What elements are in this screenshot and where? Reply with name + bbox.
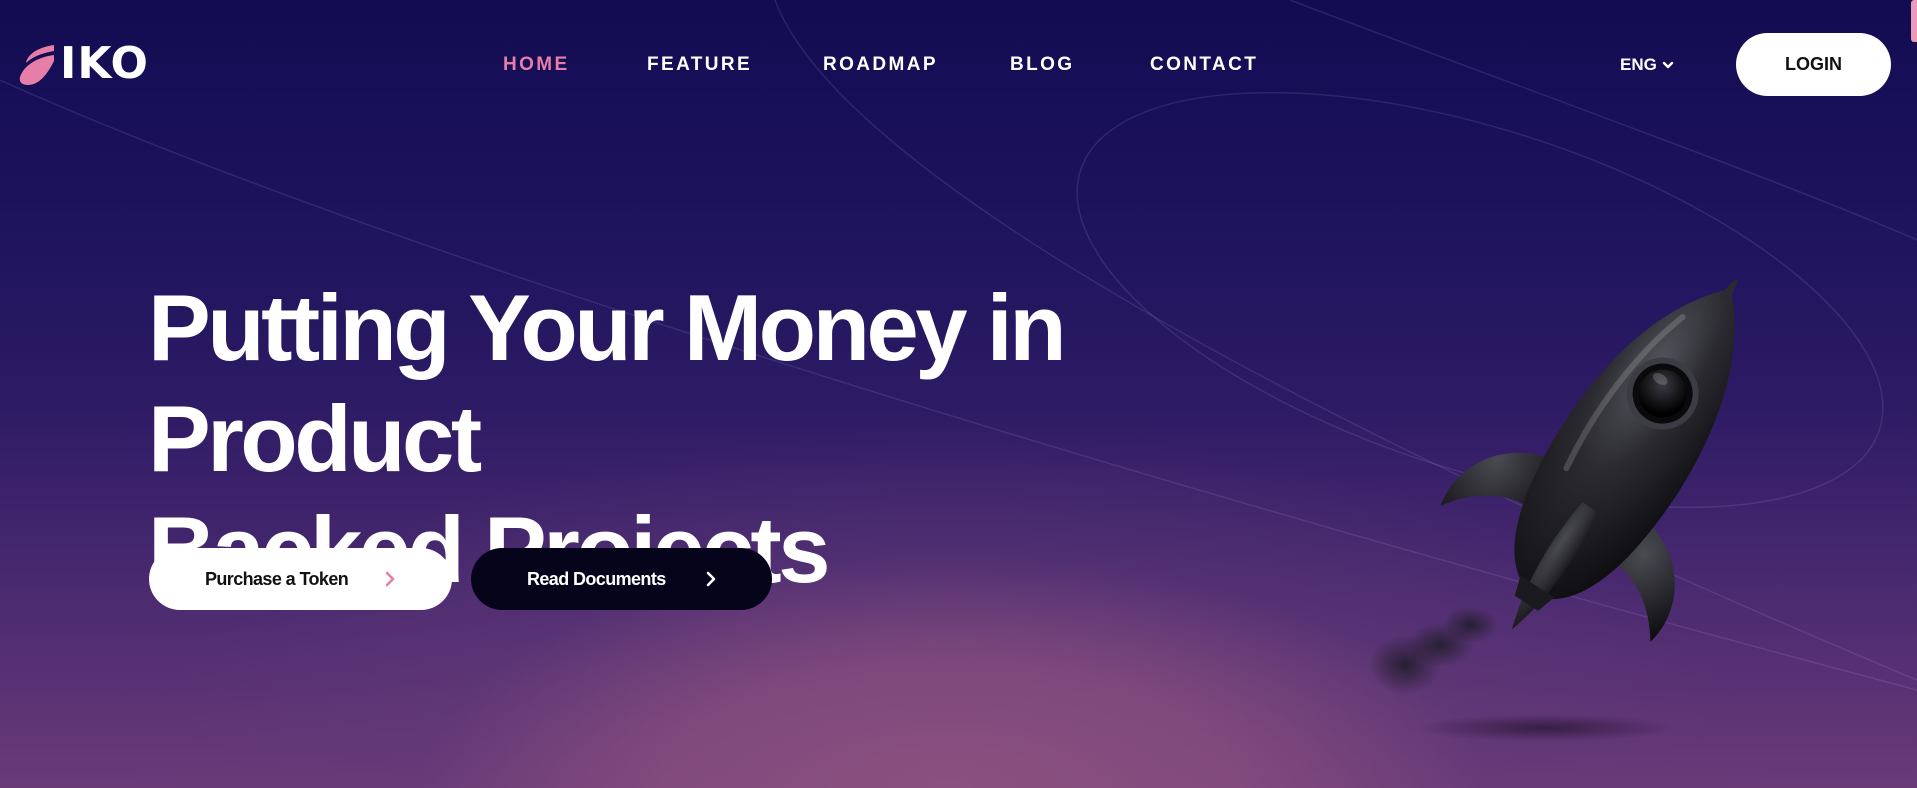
brand-name: IKO xyxy=(60,38,149,89)
hero-headline-line-1: Putting Your Money in Product xyxy=(148,275,1067,491)
nav-item-blog[interactable]: BLOG xyxy=(1010,50,1075,80)
purchase-token-label: Purchase a Token xyxy=(205,568,349,589)
nav-item-roadmap[interactable]: ROADMAP xyxy=(823,50,938,80)
landing-page: IKO HOME FEATURE ROADMAP BLOG CONTACT EN… xyxy=(0,0,1917,788)
login-label: LOGIN xyxy=(1785,54,1842,74)
rocket-illustration xyxy=(1370,280,1741,742)
read-documents-label: Read Documents xyxy=(527,568,666,589)
language-label: ENG xyxy=(1620,55,1657,74)
login-button[interactable]: LOGIN xyxy=(1736,33,1891,96)
purchase-token-button[interactable]: Purchase a Token xyxy=(149,548,452,610)
chevron-right-icon xyxy=(385,571,395,587)
nav-item-contact[interactable]: CONTACT xyxy=(1150,50,1258,80)
flame-logo-icon xyxy=(19,45,54,85)
nav-item-home[interactable]: HOME xyxy=(503,50,570,80)
language-selector[interactable]: ENG xyxy=(1620,50,1674,80)
read-documents-button[interactable]: Read Documents xyxy=(471,548,772,610)
brand-logo[interactable]: IKO xyxy=(18,40,149,88)
scrollbar-indicator[interactable] xyxy=(1911,0,1917,42)
nav-item-feature[interactable]: FEATURE xyxy=(647,50,752,80)
chevron-down-icon xyxy=(1662,61,1674,69)
chevron-right-icon xyxy=(706,571,716,587)
